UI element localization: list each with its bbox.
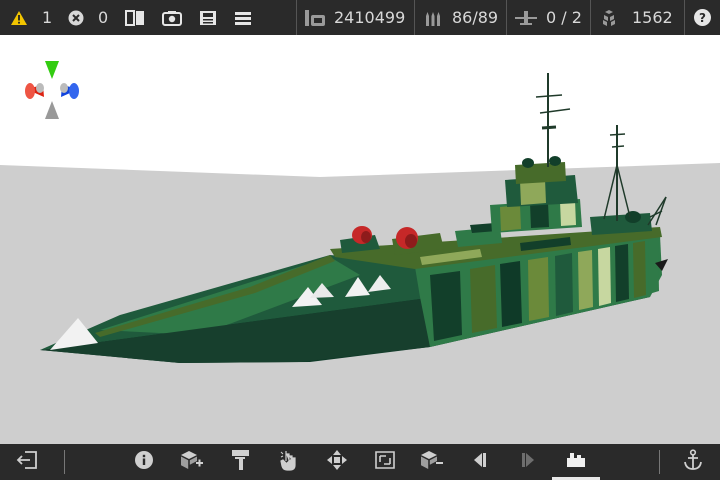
compare-view-icon <box>125 9 145 26</box>
camo-panel <box>470 265 497 333</box>
superstructure-camo <box>500 205 521 231</box>
compare-view-button[interactable] <box>125 0 145 35</box>
bridge-dome <box>549 156 561 166</box>
aft-mount <box>625 211 641 223</box>
warnings-counter[interactable]: 1 <box>10 0 52 35</box>
fleet-icon <box>565 450 587 474</box>
superstructure-camo <box>530 202 549 228</box>
bridge <box>515 162 566 184</box>
warning-icon <box>10 10 28 26</box>
camo-panel <box>555 253 573 316</box>
turret-barbette-shade <box>405 234 417 248</box>
axis-right-base <box>69 83 79 99</box>
bottom-toolbar <box>0 444 720 480</box>
warnings-count: 1 <box>42 8 53 27</box>
toolbar-divider <box>506 0 507 35</box>
ammo-stat: 86/89 <box>424 0 498 35</box>
resize-frame-icon <box>374 450 396 474</box>
add-block-icon <box>180 449 204 475</box>
help-label: ? <box>699 10 706 25</box>
anchor-icon <box>682 449 704 475</box>
camo-panel <box>615 244 629 302</box>
ammo-icon <box>424 9 442 27</box>
next-button[interactable] <box>512 444 544 480</box>
hand-select-icon <box>279 449 299 475</box>
axis-left-ghost <box>36 83 44 93</box>
save-floppy-icon <box>199 10 217 26</box>
screenshot-camera-icon <box>162 10 182 26</box>
move-arrows-icon <box>326 449 348 475</box>
exit-button[interactable] <box>11 444 43 480</box>
parts-stat: 1562 <box>598 0 673 35</box>
axis-right-ghost <box>60 83 68 93</box>
help-icon: ? <box>694 9 711 26</box>
help-button[interactable]: ? <box>694 0 711 35</box>
weight-icon <box>304 9 326 27</box>
error-icon <box>68 10 84 26</box>
camo-panel <box>633 241 646 298</box>
camo-panel <box>430 271 462 341</box>
menu-button[interactable] <box>234 0 252 35</box>
parts-value: 1562 <box>632 8 673 27</box>
paint-roller-icon <box>231 449 251 475</box>
camo-panel <box>648 238 659 294</box>
toolbar-divider <box>684 0 685 35</box>
remove-block-button[interactable] <box>416 444 448 480</box>
axis-left-base <box>25 83 35 99</box>
exit-icon <box>16 450 38 474</box>
errors-counter[interactable]: 0 <box>68 0 108 35</box>
toolbar-divider <box>414 0 415 35</box>
toolbar-divider <box>296 0 297 35</box>
anchor-button[interactable] <box>677 444 709 480</box>
previous-button[interactable] <box>464 444 496 480</box>
aircraft-icon <box>514 9 538 27</box>
info-icon <box>134 450 154 474</box>
bridge-dome <box>522 158 534 168</box>
aircraft-stat: 0 / 2 <box>514 0 582 35</box>
ammo-value: 86/89 <box>452 8 499 27</box>
previous-icon <box>471 451 489 473</box>
resize-button[interactable] <box>369 444 401 480</box>
weight-stat: 2410499 <box>304 0 405 35</box>
scene-canvas[interactable] <box>0 35 720 444</box>
move-button[interactable] <box>321 444 353 480</box>
remove-block-icon <box>420 449 444 475</box>
weight-value: 2410499 <box>334 8 406 27</box>
aircraft-value: 0 / 2 <box>546 8 582 27</box>
ship-editor-app: 1 0 2410499 86/89 0 / 2 1562 ? <box>0 0 720 480</box>
camo-panel <box>598 247 611 306</box>
screenshot-button[interactable] <box>162 0 182 35</box>
add-block-button[interactable] <box>176 444 208 480</box>
parts-icon <box>598 9 620 27</box>
toolbar-divider <box>590 0 591 35</box>
3d-viewport[interactable] <box>0 35 720 444</box>
select-button[interactable] <box>273 444 305 480</box>
turret-barbette-shade <box>361 231 371 243</box>
menu-hamburger-icon <box>234 10 252 26</box>
fleet-button[interactable] <box>560 444 592 480</box>
camo-panel <box>500 261 522 327</box>
paint-button[interactable] <box>225 444 257 480</box>
superstructure-camo <box>560 200 576 226</box>
camo-panel <box>528 257 549 321</box>
save-button[interactable] <box>199 0 217 35</box>
toolbar-divider <box>64 450 65 474</box>
camo-panel <box>578 250 593 310</box>
info-button[interactable] <box>128 444 160 480</box>
toolbar-divider <box>659 450 660 474</box>
errors-count: 0 <box>98 8 109 27</box>
top-toolbar: 1 0 2410499 86/89 0 / 2 1562 ? <box>0 0 720 35</box>
next-icon <box>519 451 537 473</box>
